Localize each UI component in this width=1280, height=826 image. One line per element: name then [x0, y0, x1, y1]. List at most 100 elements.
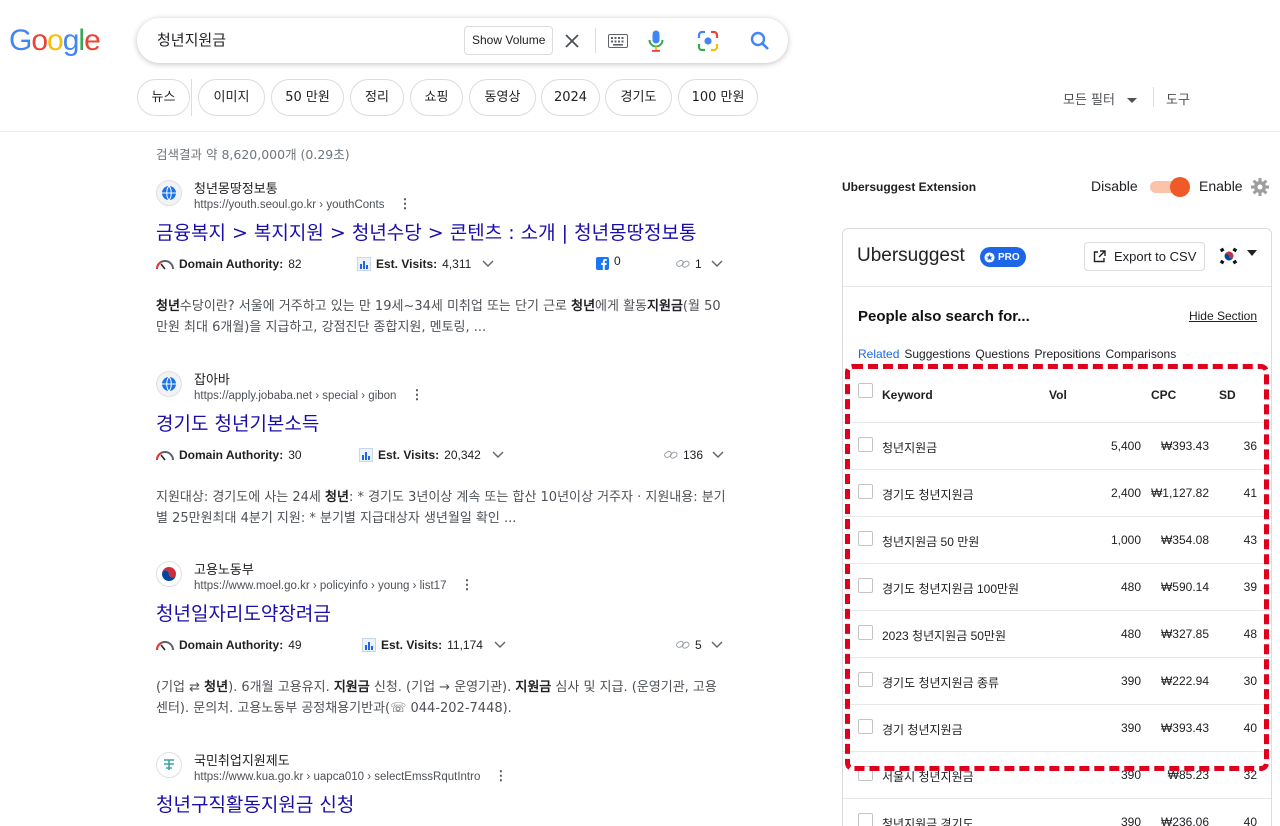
- backlinks: 136: [664, 448, 724, 462]
- keyword-cell[interactable]: 2023 청년지원금 50만원: [882, 627, 1006, 644]
- keyword-cell[interactable]: 경기도 청년지원금: [882, 486, 974, 503]
- more-vert-icon[interactable]: ⋮: [410, 387, 423, 402]
- export-label: Export to CSV: [1114, 249, 1197, 264]
- more-vert-icon[interactable]: ⋮: [460, 577, 473, 592]
- column-cpc[interactable]: CPC: [1151, 388, 1176, 402]
- site-name[interactable]: 고용노동부: [194, 559, 254, 578]
- search-input[interactable]: [157, 30, 457, 48]
- hide-section-link[interactable]: Hide Section: [1189, 309, 1257, 323]
- chevron-down-icon[interactable]: [711, 260, 723, 268]
- keyword-cell[interactable]: 경기 청년지원금: [882, 721, 963, 738]
- column-vol[interactable]: Vol: [1049, 388, 1067, 402]
- site-name[interactable]: 청년몽땅정보통: [194, 178, 278, 197]
- site-name[interactable]: 잡아바: [194, 369, 230, 388]
- tab-suggestions[interactable]: Suggestions: [904, 347, 970, 361]
- search-result: 고용노동부 https://www.moel.go.kr › policyinf…: [156, 559, 726, 729]
- tab-related[interactable]: Related: [858, 347, 899, 361]
- select-all-checkbox[interactable]: [858, 383, 873, 398]
- lens-camera-icon[interactable]: [695, 28, 721, 54]
- chip-shopping[interactable]: 쇼핑: [410, 79, 463, 116]
- chip-news[interactable]: 뉴스: [137, 79, 190, 116]
- row-checkbox[interactable]: [858, 672, 873, 687]
- enable-toggle[interactable]: [1150, 177, 1190, 197]
- keyword-cell[interactable]: 청년지원금: [882, 439, 937, 456]
- search-result: 잡아바 https://apply.jobaba.net › special ›…: [156, 369, 726, 539]
- keyword-cell[interactable]: 경기도 청년지원금 100만원: [882, 580, 1019, 597]
- row-checkbox[interactable]: [858, 625, 873, 640]
- metrics-row: Domain Authority: 49 Est. Visits: 11,174 5: [156, 638, 723, 658]
- row-checkbox[interactable]: [858, 578, 873, 593]
- keyword-cell[interactable]: 서울시 청년지원금: [882, 768, 974, 785]
- vol-cell: 480: [1120, 627, 1141, 641]
- logo-letter: e: [84, 24, 101, 57]
- result-title-link[interactable]: 경기도 청년기본소득: [156, 409, 319, 436]
- chip-summary[interactable]: 정리: [350, 79, 404, 116]
- toggle-knob: [1170, 177, 1190, 197]
- tab-prepositions[interactable]: Prepositions: [1034, 347, 1100, 361]
- clear-icon[interactable]: [559, 28, 585, 54]
- chip-50-man-won[interactable]: 50 만원: [271, 79, 344, 116]
- row-checkbox[interactable]: [858, 484, 873, 499]
- microphone-icon[interactable]: [643, 28, 669, 54]
- show-volume-button[interactable]: Show Volume: [464, 26, 554, 55]
- da-label: Domain Authority:: [179, 638, 284, 652]
- site-name[interactable]: 국민취업지원제도: [194, 750, 290, 769]
- chevron-down-icon[interactable]: [711, 641, 723, 649]
- chip-gyeonggido[interactable]: 경기도: [605, 79, 672, 116]
- keyword-cell[interactable]: 청년지원금 50 만원: [882, 533, 979, 550]
- export-csv-button[interactable]: Export to CSV: [1084, 242, 1206, 271]
- column-keyword[interactable]: Keyword: [882, 388, 933, 402]
- result-title-link[interactable]: 청년일자리도약장려금: [156, 599, 331, 626]
- snippet-text: 신청. (기업 → 운영기관).: [369, 680, 516, 695]
- visits-value: 4,311: [442, 257, 472, 271]
- korea-flag-icon[interactable]: [1218, 247, 1240, 265]
- tab-comparisons[interactable]: Comparisons: [1106, 347, 1177, 361]
- link-icon: [676, 640, 690, 649]
- chevron-down-icon[interactable]: [712, 451, 724, 459]
- tools-button[interactable]: 도구: [1166, 89, 1190, 108]
- row-checkbox[interactable]: [858, 813, 873, 826]
- site-url[interactable]: https://apply.jobaba.net › special › gib…: [194, 387, 423, 403]
- cpc-cell: ₩354.08: [1160, 533, 1209, 547]
- search-icon[interactable]: [747, 28, 773, 54]
- snippet-text: ). 6개월 고용유지.: [228, 680, 334, 695]
- facebook-icon: [596, 257, 609, 270]
- row-checkbox[interactable]: [858, 437, 873, 452]
- chevron-down-icon[interactable]: [492, 451, 504, 459]
- more-vert-icon[interactable]: ⋮: [399, 196, 412, 211]
- vol-cell: 390: [1120, 674, 1141, 688]
- enable-label: Enable: [1199, 178, 1243, 194]
- keyword-cell[interactable]: 경기도 청년지원금 종류: [882, 674, 999, 691]
- chevron-down-icon[interactable]: [494, 641, 506, 649]
- da-label: Domain Authority:: [179, 257, 284, 271]
- backlinks: 1: [676, 257, 723, 271]
- chip-images[interactable]: 이미지: [198, 79, 265, 116]
- site-url[interactable]: https://www.moel.go.kr › policyinfo › yo…: [194, 577, 473, 593]
- table-row: 2023 청년지원금 50만원 480 ₩327.85 48: [843, 610, 1271, 657]
- keyboard-icon[interactable]: [605, 28, 631, 54]
- caret-down-icon[interactable]: [1247, 250, 1257, 257]
- chip-2024[interactable]: 2024: [541, 79, 600, 116]
- result-title-link[interactable]: 청년구직활동지원금 신청: [156, 790, 354, 817]
- bar-chart-icon: [359, 448, 373, 462]
- keyword-cell[interactable]: 청년지원금 경기도: [882, 815, 974, 826]
- snippet-bold-text: 청년: [204, 680, 229, 695]
- row-checkbox[interactable]: [858, 766, 873, 781]
- row-checkbox[interactable]: [858, 531, 873, 546]
- all-filters-button[interactable]: 모든 필터: [1063, 89, 1138, 108]
- chip-videos[interactable]: 동영상: [469, 79, 536, 116]
- chevron-down-icon[interactable]: [482, 260, 494, 268]
- gear-icon[interactable]: [1251, 178, 1269, 200]
- chip-100-man-won[interactable]: 100 만원: [678, 79, 758, 116]
- site-url[interactable]: https://youth.seoul.go.kr › youthConts ⋮: [194, 196, 412, 212]
- visits-value: 11,174: [447, 638, 483, 652]
- snippet-text: (기업 ⇄: [156, 680, 205, 695]
- column-sd[interactable]: SD: [1219, 388, 1236, 402]
- google-logo[interactable]: Google: [9, 24, 101, 58]
- more-vert-icon[interactable]: ⋮: [494, 768, 507, 783]
- row-checkbox[interactable]: [858, 719, 873, 734]
- tab-questions[interactable]: Questions: [975, 347, 1029, 361]
- result-title-link[interactable]: 금융복지 > 복지지원 > 청년수당 > 콘텐츠 : 소개 | 청년몽땅정보통: [156, 218, 696, 245]
- table-row: 청년지원금 5,400 ₩393.43 36: [843, 422, 1271, 469]
- site-url[interactable]: https://www.kua.go.kr › uapca010 › selec…: [194, 768, 507, 784]
